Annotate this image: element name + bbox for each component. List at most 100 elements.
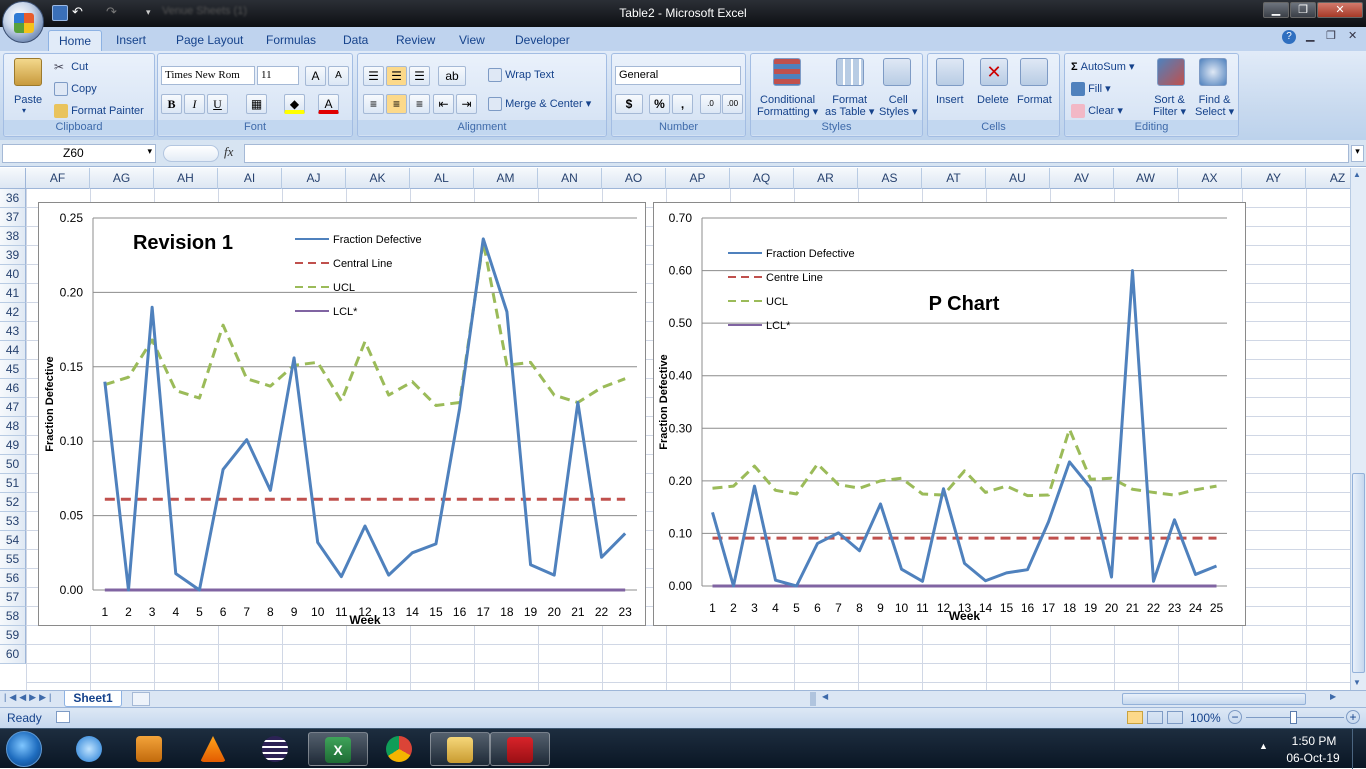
column-header-au[interactable]: AU [986, 168, 1050, 189]
zoom-in-icon[interactable]: + [1346, 710, 1360, 724]
qat-customize-icon[interactable]: ▾ [146, 5, 162, 21]
taskbar-explorer[interactable] [430, 732, 490, 766]
sort-filter-button[interactable]: Sort &Filter ▾ [1153, 94, 1186, 118]
merge-center-button[interactable]: Merge & Center ▾ [488, 97, 591, 111]
scroll-left-icon[interactable]: ◀ [822, 692, 828, 701]
row-header-48[interactable]: 48 [0, 417, 26, 436]
autosum-button[interactable]: Σ AutoSum ▾ [1071, 60, 1135, 73]
macro-record-icon[interactable] [56, 711, 70, 723]
tab-view[interactable]: View [449, 30, 495, 51]
normal-view-icon[interactable] [1127, 711, 1143, 724]
font-family-select[interactable]: Times New Rom [161, 66, 255, 85]
fill-color-icon[interactable]: ◆ [284, 94, 305, 114]
tab-insert[interactable]: Insert [106, 30, 156, 51]
taskbar-excel[interactable]: X [308, 732, 368, 766]
tray-expand-icon[interactable]: ▲ [1259, 741, 1268, 751]
column-header-as[interactable]: AS [858, 168, 922, 189]
decrease-indent-icon[interactable]: ⇤ [433, 94, 454, 114]
row-header-58[interactable]: 58 [0, 607, 26, 626]
row-header-52[interactable]: 52 [0, 493, 26, 512]
row-header-60[interactable]: 60 [0, 645, 26, 664]
page-break-view-icon[interactable] [1167, 711, 1183, 724]
column-header-ax[interactable]: AX [1178, 168, 1242, 189]
column-header-ay[interactable]: AY [1242, 168, 1306, 189]
row-header-43[interactable]: 43 [0, 322, 26, 341]
copy-button[interactable]: Copy [54, 82, 97, 96]
scroll-up-icon[interactable]: ▲ [1353, 170, 1361, 179]
bold-button[interactable]: B [161, 94, 182, 114]
save-icon[interactable] [52, 5, 68, 21]
align-left-icon[interactable]: ≡ [363, 94, 384, 114]
minimize-button[interactable]: ▁ [1263, 2, 1289, 18]
column-header-ah[interactable]: AH [154, 168, 218, 189]
row-header-51[interactable]: 51 [0, 474, 26, 493]
comma-button[interactable]: , [672, 94, 693, 114]
italic-button[interactable]: I [184, 94, 205, 114]
name-box[interactable]: Z60▾ [2, 144, 156, 163]
column-header-al[interactable]: AL [410, 168, 474, 189]
taskbar-ie[interactable] [60, 732, 120, 766]
taskbar-eclipse[interactable] [246, 732, 306, 766]
cut-button[interactable]: ✂ Cut [54, 60, 88, 74]
horizontal-scroll-thumb[interactable] [1122, 693, 1306, 705]
fill-button[interactable]: Fill ▾ [1071, 82, 1111, 96]
doc-minimize-icon[interactable]: ▁ [1306, 29, 1314, 42]
row-header-36[interactable]: 36 [0, 189, 26, 208]
zoom-slider-thumb[interactable] [1290, 711, 1297, 724]
column-header-ag[interactable]: AG [90, 168, 154, 189]
row-header-42[interactable]: 42 [0, 303, 26, 322]
show-desktop-button[interactable] [1352, 729, 1366, 769]
row-header-50[interactable]: 50 [0, 455, 26, 474]
clear-button[interactable]: Clear ▾ [1071, 104, 1123, 118]
underline-button[interactable]: U [207, 94, 228, 114]
row-header-39[interactable]: 39 [0, 246, 26, 265]
column-header-aj[interactable]: AJ [282, 168, 346, 189]
row-header-57[interactable]: 57 [0, 588, 26, 607]
percent-button[interactable]: % [649, 94, 670, 114]
taskbar-media-player[interactable] [120, 732, 180, 766]
office-button[interactable] [2, 1, 44, 43]
row-header-40[interactable]: 40 [0, 265, 26, 284]
formula-input[interactable] [244, 144, 1349, 163]
increase-indent-icon[interactable]: ⇥ [456, 94, 477, 114]
paste-button[interactable]: Paste [14, 94, 42, 106]
row-header-41[interactable]: 41 [0, 284, 26, 303]
insert-sheet-icon[interactable] [132, 692, 150, 706]
row-header-47[interactable]: 47 [0, 398, 26, 417]
wrap-text-button[interactable]: Wrap Text [488, 68, 554, 82]
revision1-chart[interactable]: 0.000.050.100.150.200.251234567891011121… [38, 202, 646, 626]
row-header-44[interactable]: 44 [0, 341, 26, 360]
tab-review[interactable]: Review [386, 30, 445, 51]
row-header-46[interactable]: 46 [0, 379, 26, 398]
tab-developer[interactable]: Developer [505, 30, 580, 51]
paste-dropdown-icon[interactable]: ▾ [22, 106, 26, 115]
orientation-icon[interactable]: ab [438, 66, 466, 86]
zoom-level[interactable]: 100% [1190, 711, 1221, 725]
column-header-ar[interactable]: AR [794, 168, 858, 189]
format-painter-button[interactable]: Format Painter [54, 104, 144, 118]
taskbar-acrobat[interactable] [490, 732, 550, 766]
redo-icon[interactable]: ↷ [106, 5, 122, 21]
scroll-down-icon[interactable]: ▼ [1353, 678, 1361, 687]
sheet-tab-sheet1[interactable]: Sheet1 [64, 691, 122, 707]
column-header-av[interactable]: AV [1050, 168, 1114, 189]
sheet-nav-icons[interactable]: |◀◀▶▶| [4, 692, 54, 703]
select-all-corner[interactable] [0, 168, 26, 189]
row-header-38[interactable]: 38 [0, 227, 26, 246]
row-header-55[interactable]: 55 [0, 550, 26, 569]
column-header-ai[interactable]: AI [218, 168, 282, 189]
column-header-af[interactable]: AF [26, 168, 90, 189]
find-select-button[interactable]: Find &Select ▾ [1195, 94, 1234, 118]
tab-formulas[interactable]: Formulas [256, 30, 326, 51]
insert-function-icon[interactable]: fx [224, 144, 233, 160]
column-header-ao[interactable]: AO [602, 168, 666, 189]
clock-time[interactable]: 1:50 PM [1284, 734, 1344, 748]
tab-split-handle[interactable] [810, 692, 816, 706]
align-center-icon[interactable]: ≡ [386, 94, 407, 114]
format-as-table-button[interactable]: Formatas Table ▾ [825, 94, 874, 118]
doc-restore-icon[interactable]: ❐ [1326, 29, 1336, 42]
font-size-select[interactable]: 11 [257, 66, 299, 85]
column-header-am[interactable]: AM [474, 168, 538, 189]
number-format-select[interactable]: General [615, 66, 741, 85]
help-icon[interactable]: ? [1282, 30, 1296, 44]
